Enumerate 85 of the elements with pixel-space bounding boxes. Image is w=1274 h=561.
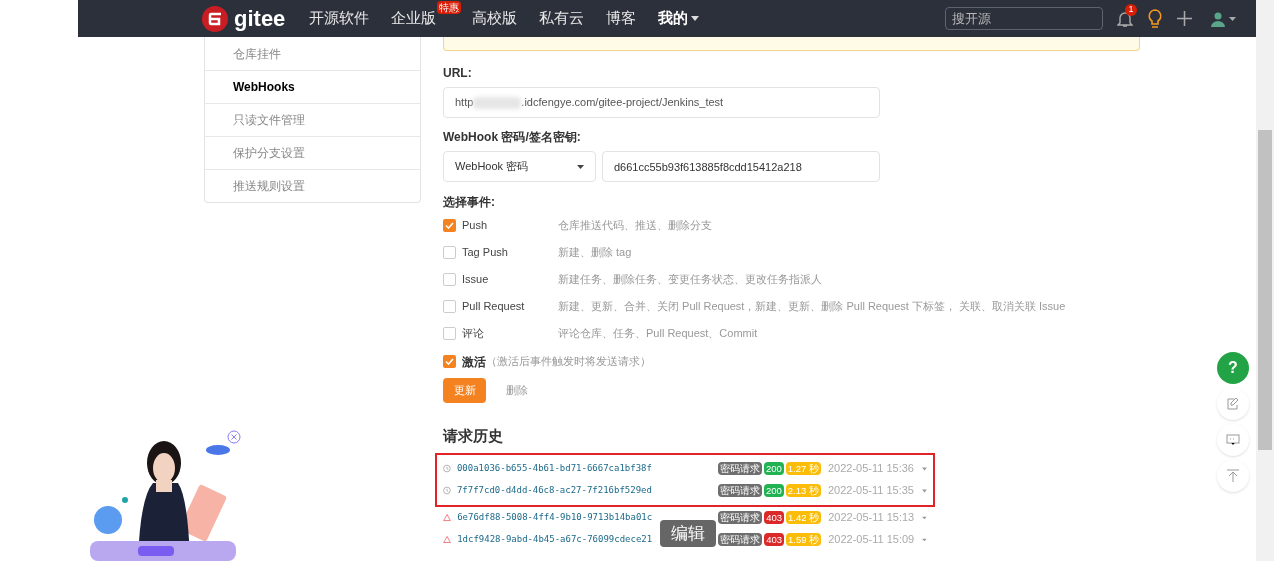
promo-badge: 特惠 xyxy=(437,1,462,14)
secret-type-dropdown[interactable]: WebHook 密码 xyxy=(443,151,596,182)
request-time: 2022-05-11 15:13 xyxy=(828,510,915,526)
lightbulb-icon[interactable] xyxy=(1147,8,1163,29)
status-code-tag: 200 xyxy=(763,484,784,497)
sidebar-item[interactable]: 只读文件管理 xyxy=(205,103,420,136)
caret-icon[interactable] xyxy=(922,537,927,542)
sidebar-item[interactable]: WebHooks xyxy=(205,70,420,103)
clock-icon xyxy=(443,463,451,474)
duration-tag: 1.27 秒 xyxy=(785,462,821,475)
event-name: Issue xyxy=(462,272,490,288)
request-type-tag: 密码请求 xyxy=(717,484,762,497)
section-heading: 请求历史 xyxy=(443,426,504,446)
event-name: Tag Push xyxy=(462,245,509,261)
field-label: URL: xyxy=(443,65,473,82)
checkbox[interactable] xyxy=(443,273,456,286)
warning-icon xyxy=(443,534,452,545)
request-time: 2022-05-11 15:09 xyxy=(828,532,915,548)
checkbox[interactable] xyxy=(443,355,456,368)
redacted-area xyxy=(473,96,522,109)
caret-icon xyxy=(1229,16,1236,21)
request-type-tag: 密码请求 xyxy=(717,462,762,475)
checkbox[interactable] xyxy=(443,219,456,232)
checkbox-label: 激活 xyxy=(462,353,486,371)
hint-text: （激活后事件触发时将发送请求） xyxy=(486,354,651,370)
avatar-icon xyxy=(1210,10,1226,27)
field-label: WebHook 密码/签名密钥: xyxy=(443,129,582,146)
request-type-tag: 密码请求 xyxy=(718,533,763,546)
event-description: 评论仓库、任务、Pull Request、Commit xyxy=(558,326,758,342)
back-to-top-icon xyxy=(1224,467,1242,485)
request-id-link[interactable]: 000a1036-b655-4b61-bd71-6667ca1bf38f xyxy=(456,461,652,476)
request-type-tag: 密码请求 xyxy=(718,511,763,524)
clock-icon xyxy=(443,485,451,496)
event-name: Push xyxy=(462,218,489,234)
field-label: 选择事件: xyxy=(443,194,496,211)
request-time: 2022-05-11 15:35 xyxy=(827,483,914,499)
checkbox[interactable] xyxy=(443,246,456,259)
request-id-link[interactable]: 1dcf9428-9abd-4b45-a67c-76099cdece21 xyxy=(457,532,653,547)
search-field[interactable]: 搜开源 xyxy=(945,7,1103,30)
logo-text[interactable]: gitee xyxy=(234,2,286,35)
duration-tag: 2.13 秒 xyxy=(785,484,821,497)
sidebar-item[interactable]: 推送规则设置 xyxy=(205,169,420,202)
caret-icon[interactable] xyxy=(922,515,927,520)
edit-button[interactable] xyxy=(1217,388,1249,420)
caret-icon xyxy=(577,164,584,169)
request-id-link[interactable]: 6e76df88-5008-4ff4-9b10-9713b14ba01c xyxy=(457,510,653,525)
caret-icon[interactable] xyxy=(922,488,927,493)
checkbox[interactable] xyxy=(443,327,456,340)
plus-icon[interactable] xyxy=(1177,11,1192,26)
duration-tag: 1.59 秒 xyxy=(786,533,822,546)
chat-button[interactable] xyxy=(1217,424,1249,456)
request-id-link[interactable]: 7f7f7cd0-d4dd-46c8-ac27-7f216bf529ed xyxy=(456,483,652,498)
nav-link[interactable]: 企业版 xyxy=(391,7,437,30)
event-description: 新建、删除 tag xyxy=(558,245,632,261)
status-code-tag: 200 xyxy=(763,462,784,475)
nav-link[interactable]: 博客 xyxy=(606,7,637,30)
status-code-tag: 403 xyxy=(764,533,785,546)
warning-icon xyxy=(443,512,452,523)
event-name: 评论 xyxy=(462,326,485,342)
scrollbar[interactable] xyxy=(1256,0,1274,561)
tooltip: 编辑 xyxy=(660,520,716,547)
checkbox[interactable] xyxy=(443,300,456,313)
caret-icon[interactable] xyxy=(922,466,927,471)
back-to-top-button[interactable] xyxy=(1217,460,1249,492)
duration-tag: 1.42 秒 xyxy=(786,511,822,524)
nav-link[interactable]: 高校版 xyxy=(472,7,518,30)
nav-link[interactable]: 我的 xyxy=(658,7,700,30)
sidebar-item[interactable]: 仓库挂件 xyxy=(205,37,420,70)
event-name: Pull Request xyxy=(462,299,526,315)
secret-field[interactable]: d661cc55b93f613885f8cdd15412a218 xyxy=(602,151,880,182)
url-field[interactable]: http .idcfengye.com/gitee-project/Jenkins_test xyxy=(443,87,880,118)
event-description: 新建、更新、合并、关闭 Pull Request，新建、更新、删除 Pull Request 下标签， 关联、取消关联 Issue xyxy=(558,299,1066,315)
check-icon xyxy=(445,358,454,365)
nav-link[interactable]: 私有云 xyxy=(539,7,585,30)
nav-link[interactable]: 开源软件 xyxy=(309,7,370,30)
logo-icon[interactable] xyxy=(202,5,228,32)
event-description: 新建任务、删除任务、变更任务状态、更改任务指派人 xyxy=(558,272,822,288)
avatar-menu[interactable] xyxy=(1210,10,1236,27)
status-code-tag: 403 xyxy=(764,511,785,524)
sidebar-item[interactable]: 保护分支设置 xyxy=(205,136,420,169)
close-icon[interactable] xyxy=(227,430,241,444)
event-description: 仓库推送代码、推送、删除分支 xyxy=(558,218,712,234)
check-icon xyxy=(445,222,454,229)
request-time: 2022-05-11 15:36 xyxy=(827,461,914,477)
notification-badge: 1 xyxy=(1125,3,1137,16)
